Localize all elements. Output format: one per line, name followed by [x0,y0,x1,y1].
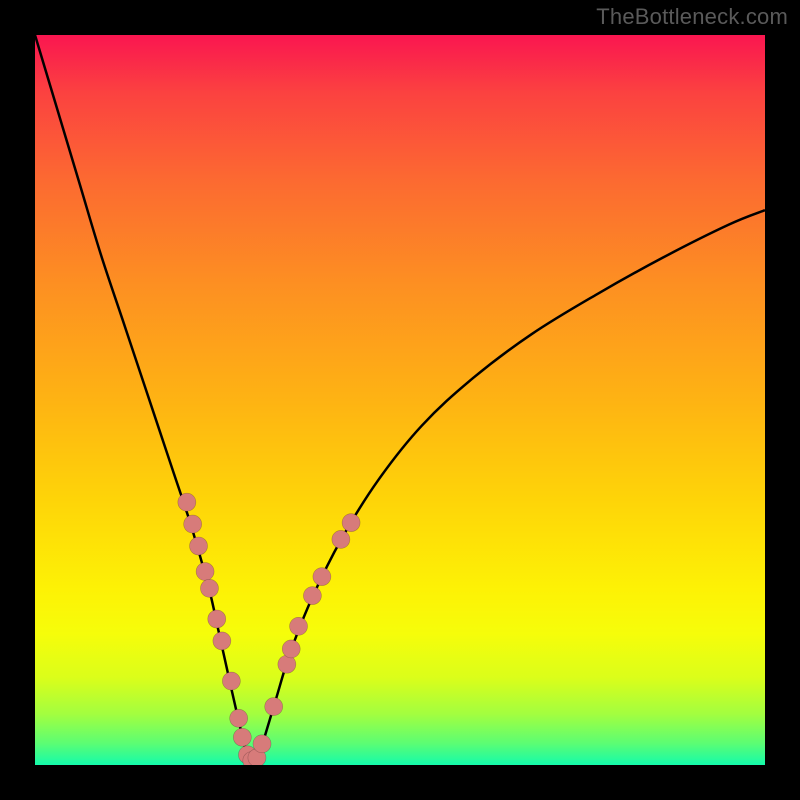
chart-container: TheBottleneck.com [0,0,800,800]
data-marker [190,537,208,555]
data-marker [233,728,251,746]
data-marker [303,587,321,605]
data-marker [253,735,271,753]
data-marker [222,672,240,690]
data-marker [282,640,300,658]
data-marker [184,515,202,533]
data-marker [290,617,308,635]
data-marker [313,568,331,586]
curve-line [35,35,765,762]
data-marker [196,563,214,581]
plot-area [35,35,765,765]
data-marker [342,514,360,532]
data-marker [230,709,248,727]
watermark-label: TheBottleneck.com [596,4,788,30]
data-marker [178,493,196,511]
chart-svg [35,35,765,765]
data-marker [208,610,226,628]
data-marker [213,632,231,650]
data-marker [265,698,283,716]
data-marker [332,530,350,548]
data-marker [200,579,218,597]
